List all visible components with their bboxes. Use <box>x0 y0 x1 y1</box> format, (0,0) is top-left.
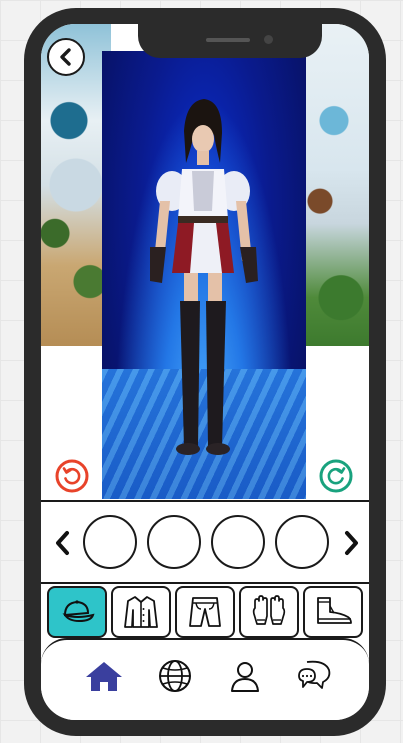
item-slot-2[interactable] <box>147 515 201 569</box>
bottom-nav-bar <box>41 638 369 720</box>
item-slot-row <box>41 500 369 584</box>
cap-icon <box>62 600 95 623</box>
nav-profile[interactable] <box>225 656 265 696</box>
category-tabs <box>47 586 369 640</box>
front-camera <box>264 35 273 44</box>
chevron-left-icon <box>56 531 69 555</box>
jacket-icon <box>124 596 158 628</box>
chevron-right-icon <box>345 531 358 555</box>
gloves-icon <box>252 595 286 625</box>
nav-explore[interactable] <box>155 656 195 696</box>
back-button[interactable] <box>47 38 85 76</box>
tab-tops[interactable] <box>111 586 171 638</box>
item-slot-1[interactable] <box>83 515 137 569</box>
app-screen <box>41 24 369 720</box>
shorts-icon <box>189 597 221 627</box>
redo-button[interactable] <box>319 459 353 493</box>
slots-next-button[interactable] <box>341 528 363 558</box>
tab-bottoms[interactable] <box>175 586 235 638</box>
nav-messages[interactable] <box>294 656 334 696</box>
slots-prev-button[interactable] <box>51 528 73 558</box>
user-icon <box>231 662 259 692</box>
boot-icon <box>317 597 352 624</box>
chat-icon <box>298 660 331 689</box>
speaker-grille <box>206 38 250 42</box>
background-map-right <box>299 24 369 346</box>
character-preview <box>102 51 306 499</box>
tab-headwear[interactable] <box>47 586 107 638</box>
item-slot-3[interactable] <box>211 515 265 569</box>
globe-icon <box>159 660 191 692</box>
chevron-left-icon <box>60 48 71 66</box>
tab-shoes[interactable] <box>303 586 363 638</box>
phone-notch <box>138 16 322 58</box>
character-figure <box>150 99 258 455</box>
tab-gloves[interactable] <box>239 586 299 638</box>
item-slot-4[interactable] <box>275 515 329 569</box>
nav-home[interactable] <box>84 656 124 696</box>
home-icon <box>86 662 122 691</box>
undo-button[interactable] <box>55 459 89 493</box>
undo-icon <box>55 459 89 493</box>
redo-icon <box>319 459 353 493</box>
